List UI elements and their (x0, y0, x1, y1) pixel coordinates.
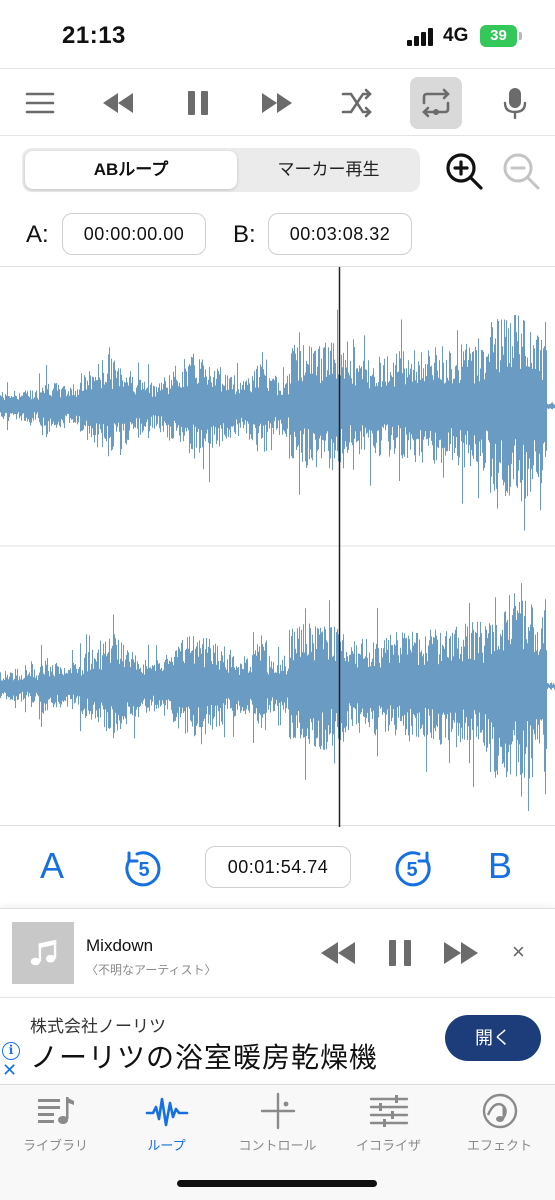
ad-info-icon[interactable]: i (2, 1042, 20, 1060)
top-toolbar (0, 68, 555, 136)
tab-label: ライブラリ (22, 1138, 88, 1153)
mini-fast-forward-button[interactable] (441, 937, 481, 969)
signal-strength-icon (407, 28, 435, 46)
fast-forward-icon (444, 942, 478, 964)
zoom-in-button[interactable] (443, 150, 485, 192)
zoom-out-button[interactable] (500, 150, 542, 192)
zoom-in-icon (446, 153, 483, 190)
menu-button[interactable] (14, 77, 66, 129)
tab-effects[interactable]: エフェクト (444, 1091, 555, 1155)
pause-icon (188, 91, 208, 115)
rewind-icon (103, 93, 133, 113)
tab-label: ループ (147, 1138, 186, 1153)
a-point-label: A: (26, 221, 49, 248)
close-player-button[interactable]: × (512, 939, 525, 965)
ad-company: 株式会社ノーリツ (30, 1017, 166, 1036)
mini-pause-button[interactable] (380, 937, 420, 969)
music-note-icon (30, 939, 57, 966)
battery-icon: 39 (480, 25, 522, 47)
skip-forward-button[interactable]: 5 (390, 845, 436, 891)
now-playing-bar[interactable]: Mixdown 〈不明なアーティスト〉 × (0, 908, 555, 996)
microphone-button[interactable] (489, 77, 541, 129)
ad-headline[interactable]: ノーリツの浴室暖房乾燥機 (30, 1036, 378, 1076)
skip-back-button[interactable]: 5 (120, 845, 166, 891)
skip-forward-seconds: 5 (406, 859, 417, 881)
set-a-button[interactable]: A (40, 845, 64, 887)
waveform-channel-1 (0, 309, 555, 531)
ad-open-button[interactable]: 開く (445, 1015, 541, 1061)
pause-button[interactable] (172, 77, 224, 129)
tab-loop[interactable]: ループ (111, 1091, 222, 1155)
microphone-icon (503, 88, 527, 120)
marker-playback-tab[interactable]: マーカー再生 (240, 151, 417, 189)
set-b-button[interactable]: B (488, 845, 512, 887)
repeat-icon (422, 88, 450, 118)
equalizer-icon (369, 1095, 408, 1127)
waveform-channel-2 (0, 583, 555, 811)
mode-segmented-control: ABループ マーカー再生 (22, 148, 420, 192)
waveform-canvas[interactable] (0, 267, 555, 827)
tab-label: エフェクト (466, 1138, 532, 1153)
current-time-display[interactable]: 00:01:54.74 (205, 846, 351, 888)
library-icon (37, 1097, 74, 1124)
status-time: 21:13 (62, 22, 126, 49)
track-artist: 〈不明なアーティスト〉 (86, 963, 217, 977)
track-title: Mixdown (86, 936, 154, 955)
b-point-time[interactable]: 00:03:08.32 (268, 213, 412, 255)
a-point-time[interactable]: 00:00:00.00 (62, 213, 206, 255)
battery-level: 39 (490, 27, 507, 44)
tab-library[interactable]: ライブラリ (0, 1091, 111, 1155)
album-artwork (12, 922, 74, 984)
ad-close-icon[interactable]: ✕ (2, 1060, 17, 1081)
rewind-icon (321, 942, 355, 964)
ad-banner[interactable]: 株式会社ノーリツ ノーリツの浴室暖房乾燥機 開く i ✕ (0, 997, 555, 1083)
network-type: 4G (443, 25, 469, 46)
tab-label: イコライザ (355, 1138, 421, 1153)
crosshair-icon (260, 1092, 295, 1130)
shuffle-icon (341, 88, 372, 118)
rewind-button[interactable] (92, 77, 144, 129)
fast-forward-button[interactable] (251, 77, 303, 129)
skip-back-seconds: 5 (138, 859, 149, 881)
shuffle-button[interactable] (331, 77, 383, 129)
tab-label: コントロール (238, 1138, 317, 1153)
ab-repeat-button[interactable] (410, 77, 462, 129)
skip-forward-5-icon: 5 (395, 851, 431, 887)
zoom-out-icon (503, 153, 540, 190)
waveform-view[interactable] (0, 266, 555, 827)
tab-control[interactable]: コントロール (222, 1091, 333, 1155)
status-bar: 21:13 4G 39 (0, 0, 555, 66)
effects-icon (482, 1093, 517, 1129)
mini-rewind-button[interactable] (318, 937, 358, 969)
tab-equalizer[interactable]: イコライザ (333, 1091, 444, 1155)
b-point-label: B: (233, 221, 256, 248)
ab-loop-tab[interactable]: ABループ (25, 151, 237, 189)
fast-forward-icon (262, 93, 292, 113)
skip-back-5-icon: 5 (125, 851, 161, 887)
waveform-icon (145, 1097, 188, 1127)
menu-icon (25, 92, 55, 114)
pause-icon (389, 940, 411, 966)
home-indicator (177, 1180, 377, 1187)
